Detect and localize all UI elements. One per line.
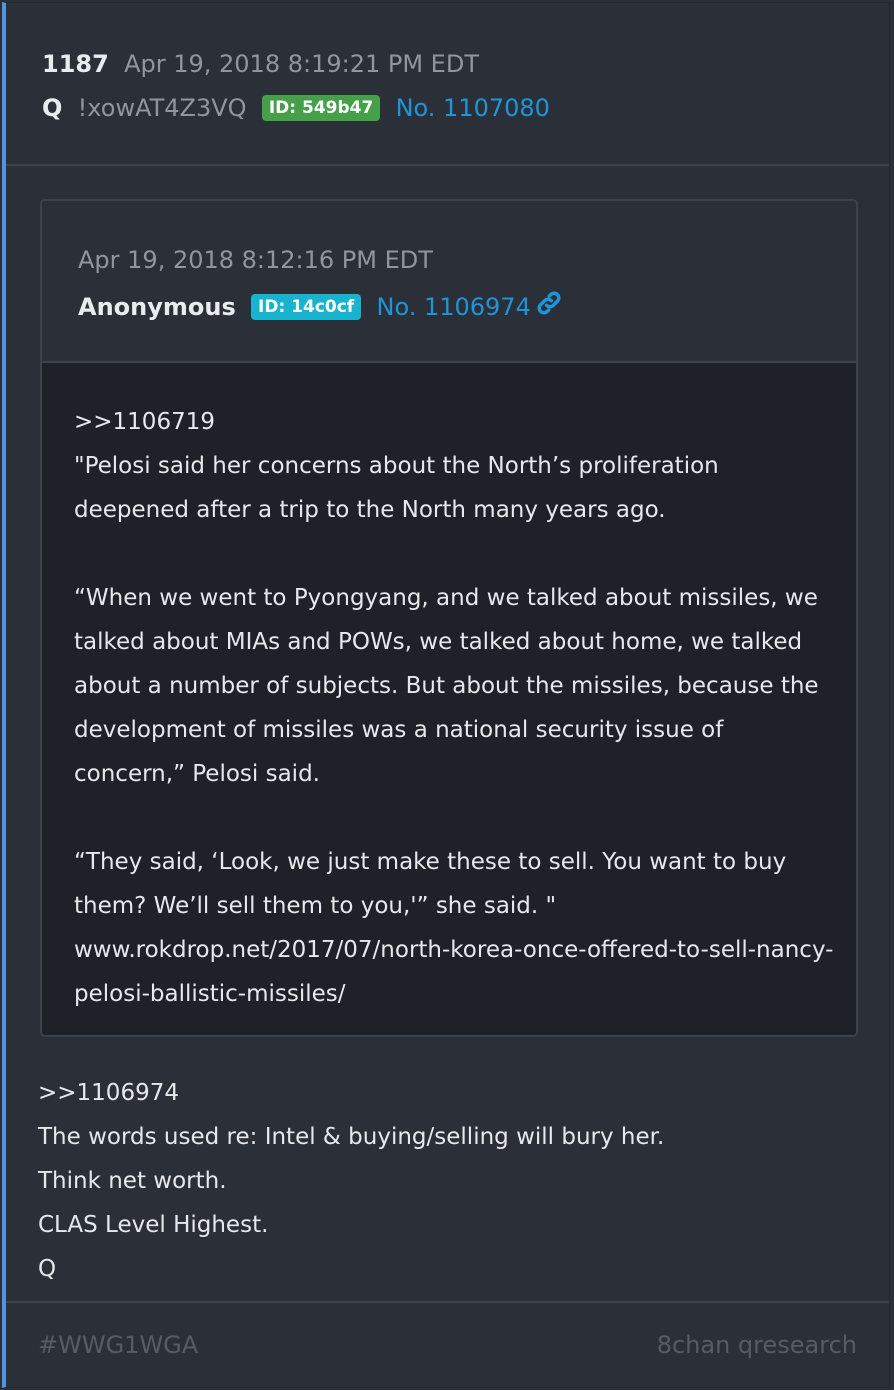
quoted-post-author: Anonymous	[78, 293, 236, 321]
quoted-post-id-badge[interactable]: ID: 14c0cf	[251, 294, 362, 320]
post-tripcode: !xowAT4Z3VQ	[77, 94, 247, 122]
quoted-post-header: Apr 19, 2018 8:12:16 PM EDT Anonymous ID…	[42, 201, 856, 363]
post-date: Apr 19, 2018 8:19:21 PM EDT	[124, 50, 479, 78]
quoted-body-line: "Pelosi said her concerns about the Nort…	[74, 453, 719, 523]
post-header: 1187 Apr 19, 2018 8:19:21 PM EDT Q !xowA…	[6, 3, 889, 166]
quoted-post-body: >>1106719 "Pelosi said her concerns abou…	[74, 400, 834, 1016]
post-card: 1187 Apr 19, 2018 8:19:21 PM EDT Q !xowA…	[2, 2, 890, 1388]
link-icon[interactable]	[535, 289, 563, 324]
quoted-body-line: “They said, ‘Look, we just make these to…	[74, 849, 787, 919]
quoted-body-url[interactable]: www.rokdrop.net/2017/07/north-korea-once…	[74, 928, 834, 1016]
quoted-body-line[interactable]: >>1106719	[74, 400, 834, 444]
quoted-post: Apr 19, 2018 8:12:16 PM EDT Anonymous ID…	[40, 199, 858, 1037]
reply-line: CLAS Level Highest.	[38, 1212, 269, 1238]
post-id-badge[interactable]: ID: 549b47	[261, 95, 381, 121]
hashtag: #WWG1WGA	[38, 1331, 199, 1359]
quoted-post-author-line: Anonymous ID: 14c0cf No. 1106974	[78, 289, 563, 324]
quoted-post-number-link[interactable]: No. 1106974	[376, 293, 530, 321]
reply-line: Q	[38, 1256, 57, 1282]
post-number-link[interactable]: No. 1107080	[396, 94, 550, 122]
post-author: Q	[42, 94, 63, 122]
post-body: >>1106974 The words used re: Intel & buy…	[38, 1071, 858, 1291]
reply-line[interactable]: >>1106974	[38, 1071, 858, 1115]
post-number: 1187	[42, 50, 109, 78]
post-footer: #WWG1WGA 8chan qresearch	[6, 1301, 889, 1387]
quoted-body-line: “When we went to Pyongyang, and we talke…	[74, 585, 819, 787]
post-author-line: Q !xowAT4Z3VQ ID: 549b47 No. 1107080	[42, 93, 550, 123]
board-source: 8chan qresearch	[656, 1331, 857, 1359]
post-meta-line: 1187 Apr 19, 2018 8:19:21 PM EDT	[42, 49, 479, 79]
reply-line: Think net worth.	[38, 1168, 227, 1194]
reply-line: The words used re: Intel & buying/sellin…	[38, 1124, 665, 1150]
quoted-post-date: Apr 19, 2018 8:12:16 PM EDT	[78, 246, 433, 274]
